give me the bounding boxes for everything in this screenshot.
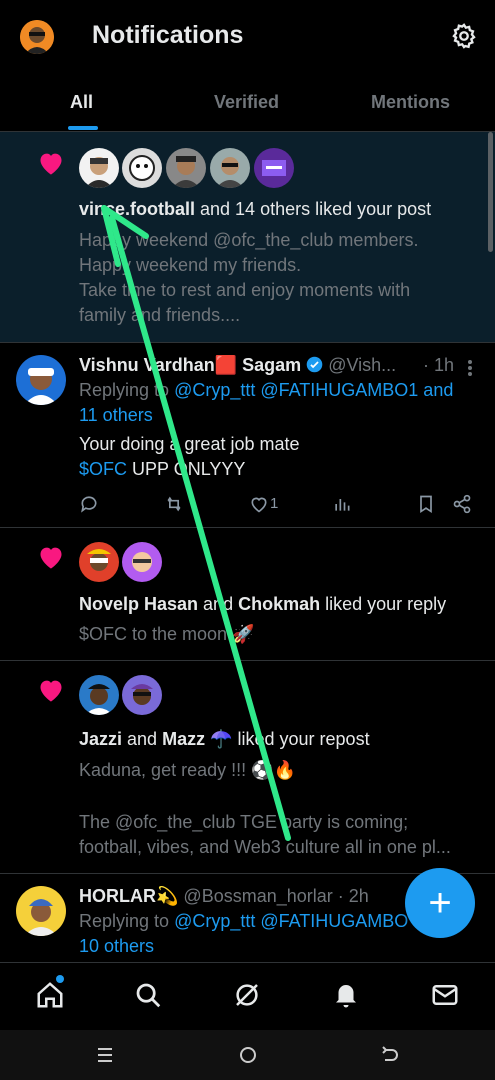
tab-all[interactable]: All [70,92,93,113]
post-preview-line: The @ofc_the_club TGE party is coming; [79,812,409,832]
reply-header: HORLAR💫 @Bossman_horlar · 2h [79,886,369,906]
liker-avatar[interactable] [166,148,206,188]
tab-verified[interactable]: Verified [214,92,279,113]
search-icon[interactable] [133,980,163,1010]
replying-to: Replying to @Cryp_ttt @FATIHUGAMBO1 and [79,380,454,400]
system-nav-bar [0,1030,495,1080]
home-notification-dot [56,975,64,983]
home-icon[interactable] [35,980,65,1010]
post-preview-line: Take time to rest and enjoy moments with [79,280,411,300]
replying-to-others[interactable]: 11 others [79,403,153,428]
liker-avatar[interactable] [79,675,119,715]
reply-header: Vishnu Vardhan🟥 Sagam @Vish... [79,355,397,375]
like-count: 1 [270,495,279,512]
timestamp: · 1h [423,355,455,375]
liker-name[interactable]: vince.football [79,199,195,219]
messages-icon[interactable] [430,980,460,1010]
like-notification[interactable]: Jazzi and Mazz ☂️ liked your repost Kadu… [0,661,495,874]
heart-icon [40,680,62,702]
heart-icon [40,153,62,175]
liker-avatar[interactable] [210,148,250,188]
user-name[interactable]: Vishnu Vardhan [79,355,215,375]
like-icon[interactable] [249,494,269,514]
user-handle: @Vish... [328,355,397,375]
replying-to-others[interactable]: 10 others [79,934,154,959]
scrollbar[interactable] [488,132,493,252]
notification-text: Novelp Hasan and Chokmah liked your repl… [79,594,447,614]
post-preview-line: $OFC to the moon 🚀 [79,624,255,644]
top-bar: Notifications [0,0,495,75]
user-avatar[interactable] [16,886,66,936]
post-preview-line: family and friends.... [79,305,241,325]
notification-text: vince.football and 14 others liked your … [79,199,432,219]
share-icon[interactable] [452,494,472,514]
liker-avatar[interactable] [122,542,162,582]
page-title: Notifications [92,21,244,49]
tab-mentions[interactable]: Mentions [371,92,450,113]
liker-avatar[interactable] [122,675,162,715]
verified-badge-icon [306,356,323,373]
repost-icon[interactable] [163,494,185,514]
like-notification[interactable]: vince.football and 14 others liked your … [0,132,495,343]
liker-avatar[interactable] [122,148,162,188]
post-preview-line: Kaduna, get ready !!! ⚽🔥 [79,760,296,780]
liker-avatar[interactable] [79,148,119,188]
liker-avatar[interactable] [254,148,294,188]
bookmark-icon[interactable] [417,494,435,514]
active-tab-indicator [68,126,98,130]
user-avatar[interactable] [16,355,66,405]
reply-text: Your doing a great job mate [79,434,300,454]
notification-text: Jazzi and Mazz ☂️ liked your repost [79,729,370,749]
more-options-icon[interactable] [466,359,474,377]
profile-avatar[interactable] [20,20,54,54]
post-preview-line: football, vibes, and Web3 culture all in… [79,837,451,857]
back-icon[interactable] [380,1045,400,1065]
grok-icon[interactable] [232,980,262,1010]
reply-text: $OFC UPP ONLYYY [79,459,246,479]
views-icon[interactable] [332,494,352,514]
post-preview-line: Happy weekend my friends. [79,255,302,275]
like-notification[interactable]: Novelp Hasan and Chokmah liked your repl… [0,528,495,661]
heart-icon [40,547,62,569]
notifications-bell-icon[interactable] [331,980,361,1010]
bottom-nav [0,962,495,1031]
notification-tabs: All Verified Mentions [0,75,495,132]
recent-apps-icon[interactable] [95,1045,115,1065]
post-preview-line: Happy weekend @ofc_the_club members. [79,230,419,250]
reply-icon[interactable] [79,494,99,514]
liker-avatar[interactable] [79,542,119,582]
settings-gear-icon[interactable] [450,22,478,50]
home-button-icon[interactable] [238,1045,258,1065]
compose-button[interactable]: + [405,868,475,938]
replying-to: Replying to @Cryp_ttt @FATIHUGAMBO [79,911,409,931]
